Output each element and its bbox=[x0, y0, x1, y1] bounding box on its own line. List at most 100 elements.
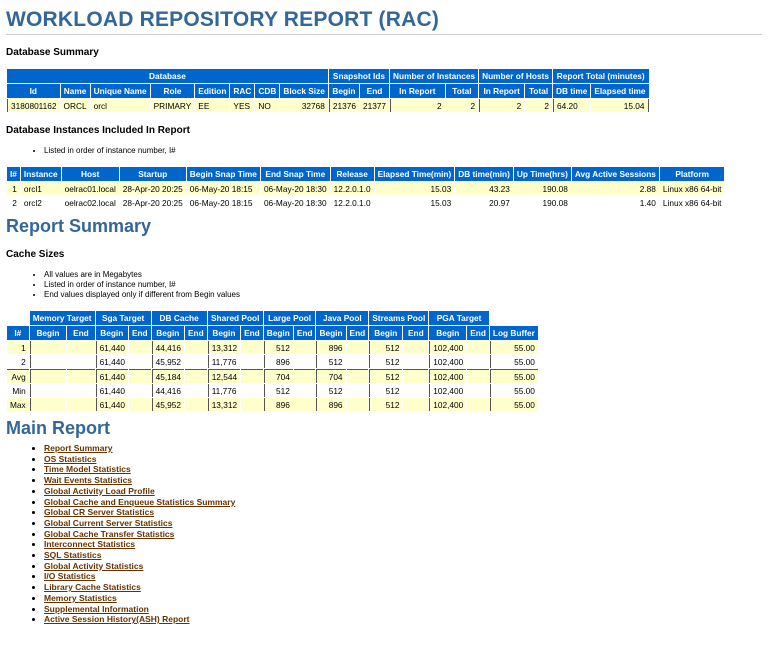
table-cell bbox=[128, 341, 151, 354]
table-cell: 15.04 bbox=[591, 99, 649, 112]
table-cell bbox=[293, 384, 316, 397]
table-cell: 512 bbox=[369, 398, 403, 411]
report-title: WORKLOAD REPOSITORY REPORT (RAC) bbox=[6, 8, 762, 35]
report-link[interactable]: Report Summary bbox=[44, 443, 113, 453]
note-item: All values are in Megabytes bbox=[44, 270, 762, 280]
table-cell: 15.03 bbox=[374, 182, 455, 195]
report-link[interactable]: Time Model Statistics bbox=[44, 464, 131, 474]
column-header: Begin bbox=[29, 326, 67, 340]
table-cell: 1 bbox=[7, 182, 20, 195]
table-cell bbox=[293, 341, 316, 354]
report-link[interactable]: Active Session History(ASH) Report bbox=[44, 614, 189, 624]
list-item: I/O Statistics bbox=[44, 571, 762, 582]
column-header: End Snap Time bbox=[260, 167, 330, 181]
cache-sizes-table: Memory Target Sga Target DB Cache Shared Po… bbox=[6, 310, 539, 412]
table-cell: 1.40 bbox=[571, 196, 659, 209]
table-cell bbox=[67, 341, 95, 354]
db-summary-table: Database Snapshot Ids Number of Instance… bbox=[6, 68, 650, 113]
column-header: CDB bbox=[255, 84, 280, 98]
table-cell bbox=[185, 398, 207, 411]
column-header: Begin Snap Time bbox=[186, 167, 260, 181]
table-cell: 55.00 bbox=[489, 341, 538, 354]
column-header: In Report bbox=[479, 84, 525, 98]
table-cell bbox=[403, 341, 429, 354]
report-link[interactable]: Global Cache and Enqueue Statistics Summ… bbox=[44, 497, 235, 507]
report-link[interactable]: Global Activity Load Profile bbox=[44, 486, 155, 496]
group-header: DB Cache bbox=[151, 311, 207, 325]
group-header: PGA Target bbox=[429, 311, 489, 325]
report-link[interactable]: I/O Statistics bbox=[44, 571, 96, 581]
table-cell: 12.2.0.1.0 bbox=[330, 196, 374, 209]
table-cell: 896 bbox=[263, 398, 293, 411]
list-item: Library Cache Statistics bbox=[44, 582, 762, 593]
table-cell: 55.00 bbox=[489, 384, 538, 397]
table-cell bbox=[346, 355, 369, 368]
table-cell: 06-May-20 18:30 bbox=[260, 196, 330, 209]
table-cell bbox=[29, 355, 67, 368]
group-header: Number of Instances bbox=[390, 69, 479, 83]
column-header: End bbox=[241, 326, 263, 340]
table-cell: 64.20 bbox=[552, 99, 591, 112]
column-header: End bbox=[67, 326, 95, 340]
report-link[interactable]: Memory Statistics bbox=[44, 593, 117, 603]
group-header: Snapshot Ids bbox=[328, 69, 390, 83]
column-header: Begin bbox=[328, 84, 359, 98]
list-item: Time Model Statistics bbox=[44, 464, 762, 475]
group-header: Large Pool bbox=[263, 311, 316, 325]
table-row: Min 61,440 44,416 11,776 512 512 512 102,400 55.… bbox=[7, 384, 538, 397]
table-cell: PRIMARY bbox=[150, 99, 195, 112]
column-header: DB time(min) bbox=[455, 167, 513, 181]
report-summary-heading: Report Summary bbox=[6, 216, 152, 236]
table-cell: ORCL bbox=[60, 99, 90, 112]
report-link[interactable]: Global CR Server Statistics bbox=[44, 507, 154, 517]
column-header: RAC bbox=[230, 84, 255, 98]
table-cell: 06-May-20 18:15 bbox=[186, 182, 260, 195]
report-link[interactable]: OS Statistics bbox=[44, 454, 96, 464]
table-cell: 45,952 bbox=[151, 398, 185, 411]
table-cell: 896 bbox=[316, 341, 346, 354]
table-cell: 512 bbox=[316, 355, 346, 368]
table-row: Avg 61,440 45,184 12,544 704 704 512 102,400 55.… bbox=[7, 369, 538, 383]
column-header: End bbox=[128, 326, 151, 340]
table-cell bbox=[67, 398, 95, 411]
table-cell: 190.08 bbox=[513, 196, 571, 209]
report-link[interactable]: Wait Events Statistics bbox=[44, 475, 132, 485]
report-link[interactable]: Library Cache Statistics bbox=[44, 582, 141, 592]
column-header: Name bbox=[60, 84, 90, 98]
column-header: Elapsed time bbox=[591, 84, 649, 98]
column-header: Begin bbox=[429, 326, 467, 340]
cache-notes: All values are in MegabytesListed in ord… bbox=[6, 270, 762, 300]
table-row: 1 orcl1 oelrac01.local 28-Apr-20 20:25 06-Ma… bbox=[7, 182, 725, 195]
table-cell: 28-Apr-20 20:25 bbox=[119, 182, 186, 195]
list-item: SQL Statistics bbox=[44, 550, 762, 561]
group-header: Database bbox=[7, 69, 328, 83]
table-cell: 512 bbox=[369, 369, 403, 383]
table-cell: 704 bbox=[263, 369, 293, 383]
table-cell: Linux x86 64-bit bbox=[659, 196, 725, 209]
table-cell: 512 bbox=[369, 341, 403, 354]
instances-heading: Database Instances Included In Report bbox=[6, 125, 190, 136]
table-cell: Min bbox=[7, 384, 29, 397]
list-item: Report Summary bbox=[44, 443, 762, 454]
table-cell: 61,440 bbox=[95, 355, 128, 368]
report-link[interactable]: Global Cache Transfer Statistics bbox=[44, 529, 174, 539]
report-link[interactable]: Interconnect Statistics bbox=[44, 539, 135, 549]
table-cell bbox=[185, 384, 207, 397]
table-cell: YES bbox=[230, 99, 255, 112]
table-cell bbox=[403, 398, 429, 411]
table-cell: 2 bbox=[445, 99, 479, 112]
table-cell: 512 bbox=[263, 341, 293, 354]
report-link[interactable]: Global Activity Statistics bbox=[44, 561, 143, 571]
report-link[interactable]: Global Current Server Statistics bbox=[44, 518, 173, 528]
report-link[interactable]: Supplemental Information bbox=[44, 604, 149, 614]
table-cell: 55.00 bbox=[489, 355, 538, 368]
group-header: Memory Target bbox=[29, 311, 95, 325]
table-cell: 3180801162 bbox=[7, 99, 60, 112]
group-header: Sga Target bbox=[95, 311, 151, 325]
table-cell bbox=[467, 341, 489, 354]
table-cell: 61,440 bbox=[95, 398, 128, 411]
column-header: Platform bbox=[659, 167, 725, 181]
column-header: Total bbox=[525, 84, 552, 98]
report-link[interactable]: SQL Statistics bbox=[44, 550, 101, 560]
table-cell bbox=[293, 355, 316, 368]
